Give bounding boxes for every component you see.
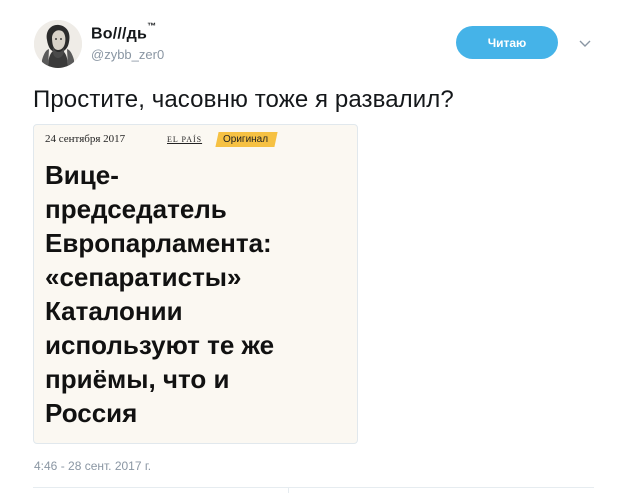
chevron-down-icon xyxy=(579,40,591,47)
avatar[interactable] xyxy=(34,20,82,68)
card-source-logo: EL PAÍS xyxy=(167,135,203,144)
headline-line: Каталонии xyxy=(45,296,183,326)
tweet-text: Простите, часовню тоже я развалил? xyxy=(33,86,454,113)
card-badge-label: Оригинал xyxy=(223,134,269,145)
divider-tick xyxy=(288,488,289,493)
card-date: 24 сентября 2017 xyxy=(45,133,126,145)
follow-button[interactable]: Читаю xyxy=(456,26,558,59)
headline-line: Европарламента: xyxy=(45,228,272,258)
headline-line: приёмы, что и xyxy=(45,364,230,394)
headline-line: «сепаратисты» xyxy=(45,262,242,292)
tweet-page: Во///дь™ @zybb_zer0 Читаю Простите, часо… xyxy=(0,0,621,493)
card-badge: Оригинал xyxy=(215,132,278,147)
card-headline: Вице- председатель Европарламента: «сепа… xyxy=(45,158,345,430)
tweet-image[interactable]: 24 сентября 2017 EL PAÍS Оригинал Вице- … xyxy=(33,124,358,444)
headline-line: Россия xyxy=(45,398,138,428)
headline-line: председатель xyxy=(45,194,227,224)
headline-line: Вице- xyxy=(45,160,119,190)
divider xyxy=(33,487,594,488)
trademark-mark: ™ xyxy=(147,21,157,31)
avatar-portrait-icon xyxy=(34,20,82,68)
more-options-button[interactable] xyxy=(576,35,594,53)
headline-line: используют те же xyxy=(45,330,275,360)
tweet-timestamp[interactable]: 4:46 - 28 сент. 2017 г. xyxy=(34,459,151,473)
username[interactable]: @zybb_zer0 xyxy=(91,47,164,62)
display-name-text: Во///дь xyxy=(91,25,148,43)
display-name[interactable]: Во///дь™ xyxy=(91,21,157,43)
